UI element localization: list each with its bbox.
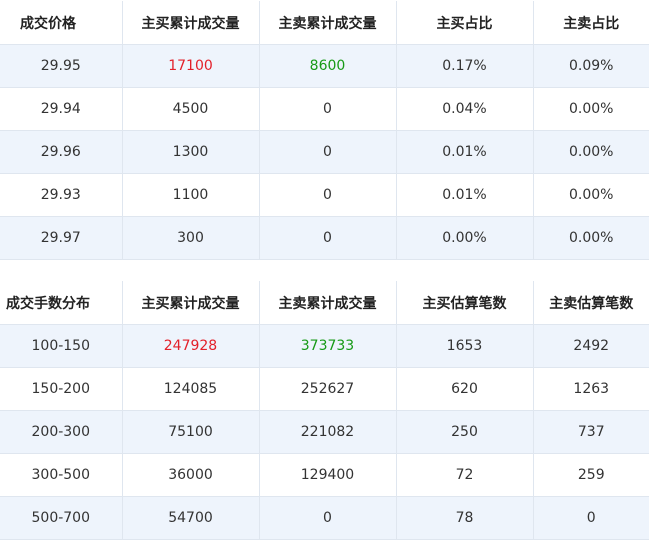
header-buy-count[interactable]: 主买估算笔数 xyxy=(396,281,534,325)
header-sell-volume[interactable]: 主卖累计成交量 xyxy=(259,281,397,325)
lot-range-cell: 200-300 xyxy=(0,410,123,454)
table-row: 29.94 4500 0 0.04% 0.00% xyxy=(0,87,649,131)
sell-count-cell: 2492 xyxy=(533,324,649,368)
buy-ratio-cell: 0.04% xyxy=(396,87,534,131)
sell-ratio-cell: 0.00% xyxy=(533,173,649,217)
sell-count-cell: 737 xyxy=(533,410,649,454)
table-header-row: 成交价格 主买累计成交量 主卖累计成交量 主买占比 主卖占比 xyxy=(0,1,649,45)
sell-volume-cell: 0 xyxy=(259,216,397,260)
buy-count-cell: 620 xyxy=(396,367,534,411)
price-cell: 29.96 xyxy=(0,130,123,174)
lot-range-cell: 500-700 xyxy=(0,496,123,540)
table-row: 200-300 75100 221082 250 737 xyxy=(0,410,649,454)
buy-volume-cell: 1300 xyxy=(122,130,260,174)
buy-volume-cell: 124085 xyxy=(122,367,260,411)
sell-count-cell: 0 xyxy=(533,496,649,540)
table-row: 100-150 247928 373733 1653 2492 xyxy=(0,324,649,368)
table-row: 29.93 1100 0 0.01% 0.00% xyxy=(0,173,649,217)
buy-ratio-cell: 0.17% xyxy=(396,44,534,88)
sell-volume-cell: 8600 xyxy=(259,44,397,88)
header-sell-count[interactable]: 主卖估算笔数 xyxy=(533,281,649,325)
buy-count-cell: 78 xyxy=(396,496,534,540)
sell-volume-cell: 0 xyxy=(259,496,397,540)
table-row: 29.95 17100 8600 0.17% 0.09% xyxy=(0,44,649,88)
sell-count-cell: 259 xyxy=(533,453,649,497)
sell-volume-cell: 0 xyxy=(259,87,397,131)
buy-volume-cell: 300 xyxy=(122,216,260,260)
sell-volume-cell: 373733 xyxy=(259,324,397,368)
sell-volume-cell: 129400 xyxy=(259,453,397,497)
header-sell-volume[interactable]: 主卖累计成交量 xyxy=(259,1,397,45)
header-sell-ratio[interactable]: 主卖占比 xyxy=(533,1,649,45)
sell-volume-cell: 252627 xyxy=(259,367,397,411)
price-cell: 29.93 xyxy=(0,173,123,217)
buy-ratio-cell: 0.01% xyxy=(396,130,534,174)
lot-range-cell: 100-150 xyxy=(0,324,123,368)
table-row: 500-700 54700 0 78 0 xyxy=(0,496,649,540)
buy-ratio-cell: 0.00% xyxy=(396,216,534,260)
buy-ratio-cell: 0.01% xyxy=(396,173,534,217)
sell-ratio-cell: 0.00% xyxy=(533,87,649,131)
header-buy-volume[interactable]: 主买累计成交量 xyxy=(122,281,260,325)
lot-size-distribution-table: 成交手数分布 主买累计成交量 主卖累计成交量 主买估算笔数 主卖估算笔数 100… xyxy=(0,281,649,540)
sell-ratio-cell: 0.00% xyxy=(533,130,649,174)
header-buy-ratio[interactable]: 主买占比 xyxy=(396,1,534,45)
table-row: 300-500 36000 129400 72 259 xyxy=(0,453,649,497)
lot-range-cell: 300-500 xyxy=(0,453,123,497)
lot-range-cell: 150-200 xyxy=(0,367,123,411)
price-cell: 29.95 xyxy=(0,44,123,88)
buy-volume-cell: 4500 xyxy=(122,87,260,131)
buy-volume-cell: 1100 xyxy=(122,173,260,217)
sell-count-cell: 1263 xyxy=(533,367,649,411)
table-row: 29.96 1300 0 0.01% 0.00% xyxy=(0,130,649,174)
buy-volume-cell: 54700 xyxy=(122,496,260,540)
sell-ratio-cell: 0.09% xyxy=(533,44,649,88)
sell-volume-cell: 221082 xyxy=(259,410,397,454)
buy-count-cell: 72 xyxy=(396,453,534,497)
header-lot-range[interactable]: 成交手数分布 xyxy=(0,281,123,325)
sell-volume-cell: 0 xyxy=(259,173,397,217)
buy-count-cell: 1653 xyxy=(396,324,534,368)
table-row: 29.97 300 0 0.00% 0.00% xyxy=(0,216,649,260)
price-cell: 29.97 xyxy=(0,216,123,260)
buy-count-cell: 250 xyxy=(396,410,534,454)
buy-volume-cell: 75100 xyxy=(122,410,260,454)
buy-volume-cell: 17100 xyxy=(122,44,260,88)
buy-volume-cell: 36000 xyxy=(122,453,260,497)
table-row: 150-200 124085 252627 620 1263 xyxy=(0,367,649,411)
table-header-row: 成交手数分布 主买累计成交量 主卖累计成交量 主买估算笔数 主卖估算笔数 xyxy=(0,281,649,325)
price-distribution-table: 成交价格 主买累计成交量 主卖累计成交量 主买占比 主卖占比 29.95 171… xyxy=(0,1,649,260)
sell-ratio-cell: 0.00% xyxy=(533,216,649,260)
table-spacer xyxy=(0,260,649,281)
price-cell: 29.94 xyxy=(0,87,123,131)
header-buy-volume[interactable]: 主买累计成交量 xyxy=(122,1,260,45)
sell-volume-cell: 0 xyxy=(259,130,397,174)
buy-volume-cell: 247928 xyxy=(122,324,260,368)
header-price[interactable]: 成交价格 xyxy=(0,1,123,45)
